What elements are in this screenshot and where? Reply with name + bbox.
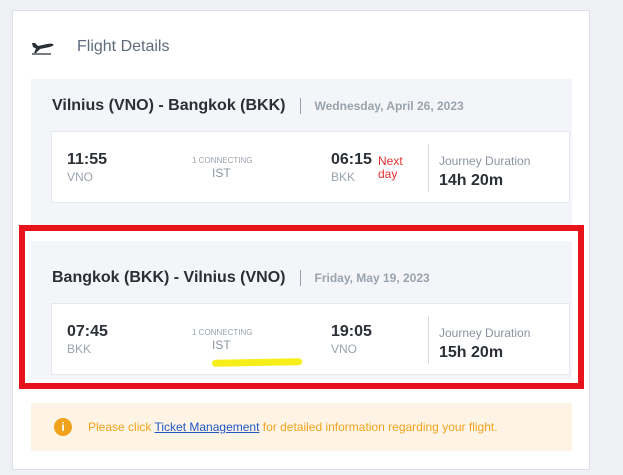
- divider: [299, 98, 301, 114]
- duration-value: 15h 20m: [439, 344, 504, 361]
- flight-summary: 11:55 VNO 1 CONNECTING IST 06:15 BKK Nex…: [51, 131, 570, 203]
- notice-text-before: Please click: [88, 420, 155, 434]
- divider: [428, 144, 429, 192]
- arrival-airport: BKK: [331, 170, 356, 184]
- segment-header: Vilnius (VNO) - Bangkok (BKK) Wednesday,…: [52, 97, 464, 115]
- card-header: Flight Details: [31, 35, 169, 59]
- flight-details-card: Flight Details Vilnius (VNO) - Bangkok (…: [12, 10, 590, 470]
- segment-date: Wednesday, April 26, 2023: [314, 99, 464, 113]
- flight-segment-outbound: Vilnius (VNO) - Bangkok (BKK) Wednesday,…: [31, 79, 572, 225]
- duration-value: 14h 20m: [439, 172, 504, 189]
- segment-route: Vilnius (VNO) - Bangkok (BKK): [52, 97, 286, 114]
- segment-date: Friday, May 19, 2023: [314, 271, 430, 285]
- flight-summary: 07:45 BKK 1 CONNECTING IST 19:05 VNO Jou…: [51, 303, 570, 375]
- connection-label: 1 CONNECTING: [192, 156, 253, 165]
- divider: [299, 270, 301, 286]
- arrival-airport: VNO: [331, 342, 358, 356]
- connection-airport: IST: [212, 166, 231, 180]
- plane-takeoff-icon: [31, 39, 55, 55]
- connection-airport: IST: [212, 338, 231, 352]
- notice-text: Please click Ticket Management for detai…: [88, 420, 498, 434]
- annotation-highlight: [211, 358, 303, 367]
- arrival-time: 06:15: [331, 151, 372, 168]
- departure-time: 11:55: [67, 151, 108, 168]
- segment-route: Bangkok (BKK) - Vilnius (VNO): [52, 269, 286, 286]
- notice-text-after: for detailed information regarding your …: [259, 420, 498, 434]
- next-day-note: Next day: [378, 154, 403, 181]
- duration-label: Journey Duration: [439, 154, 531, 168]
- departure-airport: BKK: [67, 342, 92, 356]
- info-notice: i Please click Ticket Management for det…: [31, 403, 572, 451]
- arrival-time: 19:05: [331, 323, 372, 340]
- card-title: Flight Details: [77, 38, 170, 55]
- departure-time: 07:45: [67, 323, 108, 340]
- duration-label: Journey Duration: [439, 326, 531, 340]
- divider: [428, 316, 429, 364]
- ticket-management-link[interactable]: Ticket Management: [154, 420, 259, 434]
- info-icon: i: [54, 418, 72, 436]
- departure-airport: VNO: [67, 170, 94, 184]
- flight-segment-return: Bangkok (BKK) - Vilnius (VNO) Friday, Ma…: [31, 241, 572, 379]
- segment-header: Bangkok (BKK) - Vilnius (VNO) Friday, Ma…: [52, 269, 430, 287]
- connection-label: 1 CONNECTING: [192, 328, 253, 337]
